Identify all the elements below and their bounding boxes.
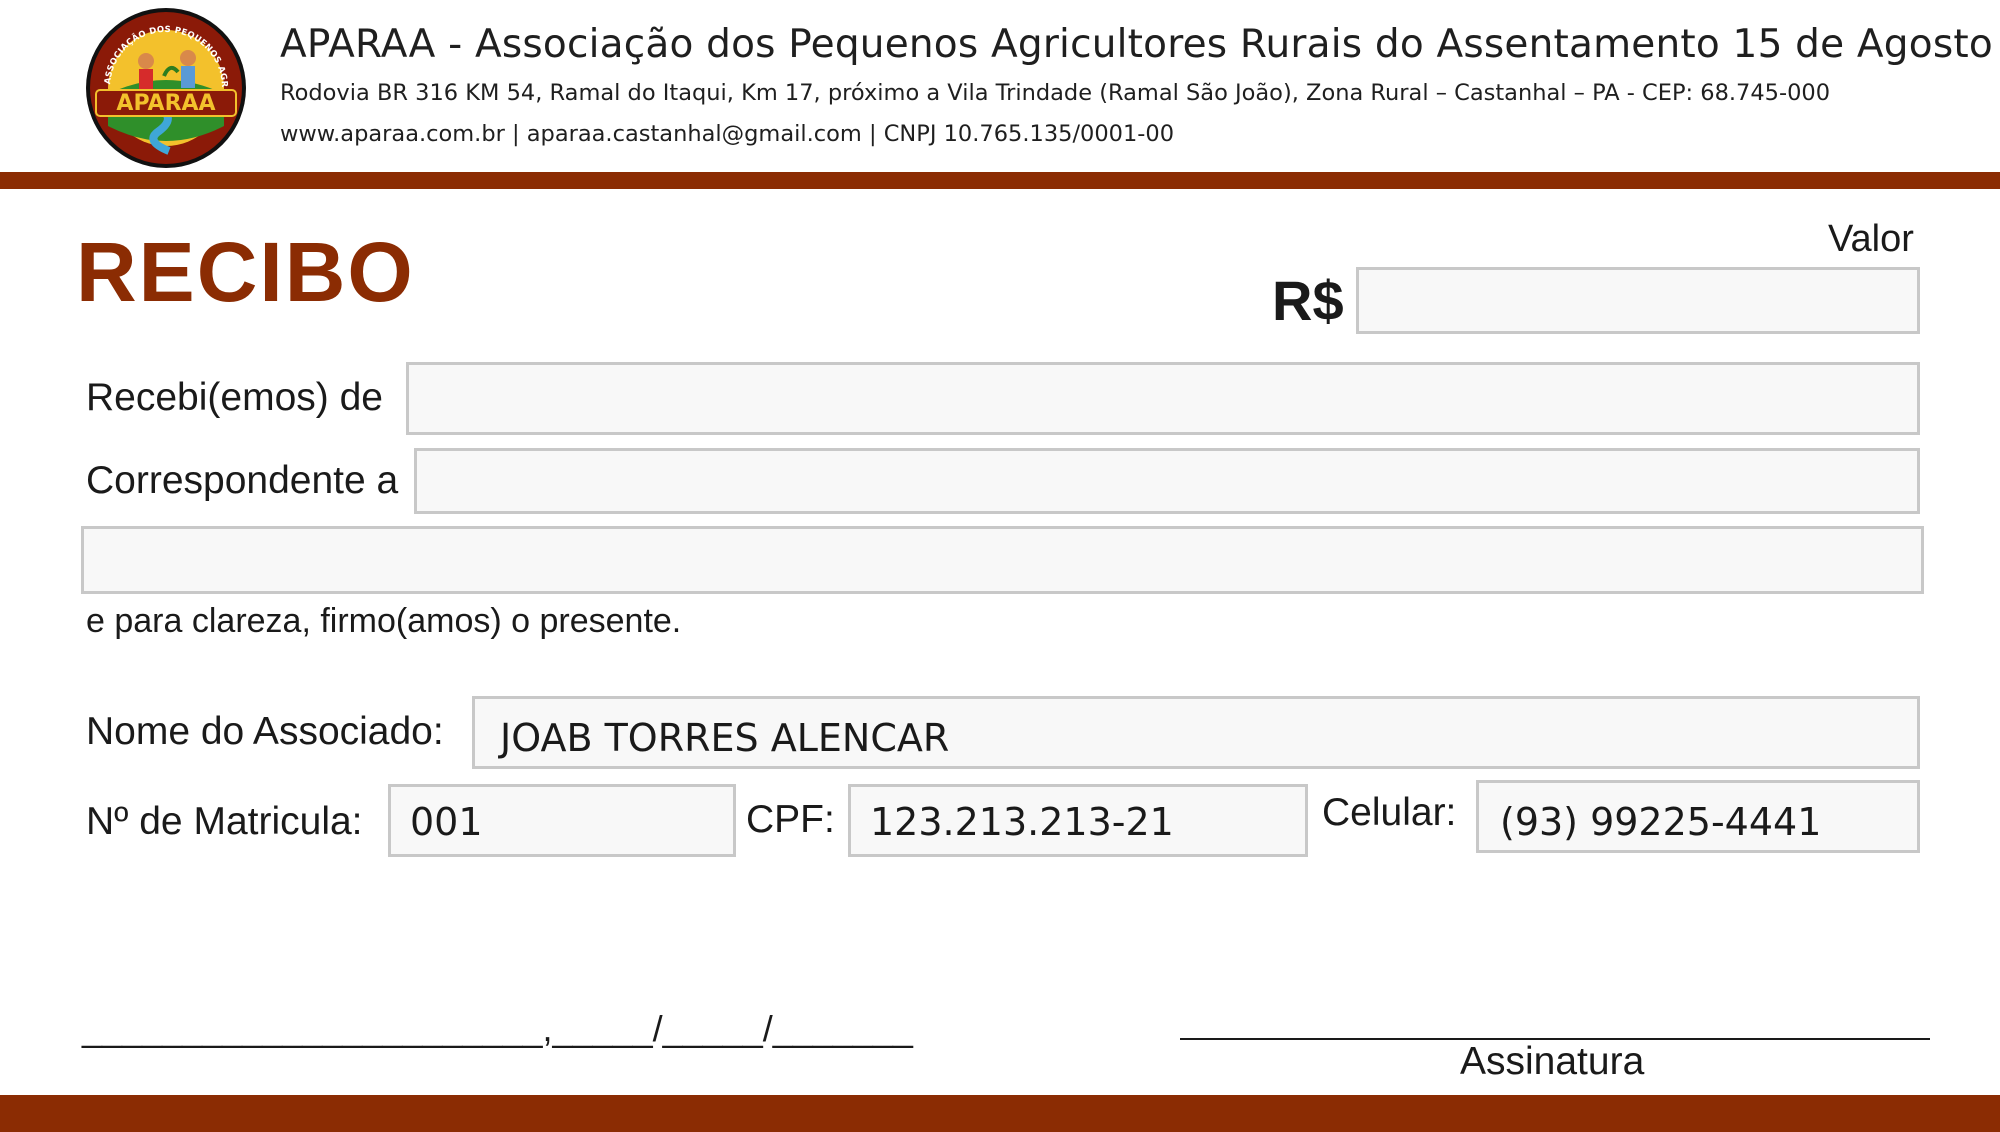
cpf-value: 123.213.213-21	[870, 800, 1174, 844]
organization-address: Rodovia BR 316 KM 54, Ramal do Itaqui, K…	[280, 80, 1831, 106]
header-divider-bar	[0, 172, 2000, 189]
phone-label: Celular:	[1322, 791, 1457, 834]
registration-label: Nº de Matricula:	[86, 800, 363, 843]
value-label: Valor	[1828, 218, 1914, 260]
logo-text: APARAA	[116, 91, 215, 116]
aparaa-logo: ASSOCIAÇÃO DOS PEQUENOS AGRICULTORES DO …	[84, 6, 246, 168]
registration-value: 001	[410, 800, 483, 844]
member-name-label: Nome do Associado:	[86, 710, 444, 753]
corresponding-continued-field[interactable]	[81, 526, 1924, 594]
signature-label: Assinatura	[1460, 1040, 1645, 1083]
clarity-statement: e para clareza, firmo(amos) o presente.	[86, 602, 682, 640]
value-field[interactable]	[1356, 267, 1920, 334]
member-name-value: JOAB TORRES ALENCAR	[500, 716, 950, 760]
place-date-line: _______________________,_____/_____/____…	[82, 1008, 913, 1049]
corresponding-label: Correspondente a	[86, 459, 399, 502]
cpf-label: CPF:	[746, 798, 835, 841]
organization-contact: www.aparaa.com.br | aparaa.castanhal@gma…	[280, 121, 1175, 147]
corresponding-field[interactable]	[414, 448, 1920, 514]
organization-title: APARAA - Associação dos Pequenos Agricul…	[280, 22, 1993, 67]
received-from-label: Recebi(emos) de	[86, 376, 383, 419]
footer-bar	[0, 1095, 2000, 1132]
receipt-title: RECIBO	[76, 225, 415, 319]
currency-symbol: R$	[1272, 269, 1344, 332]
phone-value: (93) 99225-4441	[1500, 800, 1822, 844]
received-from-field[interactable]	[406, 362, 1920, 435]
